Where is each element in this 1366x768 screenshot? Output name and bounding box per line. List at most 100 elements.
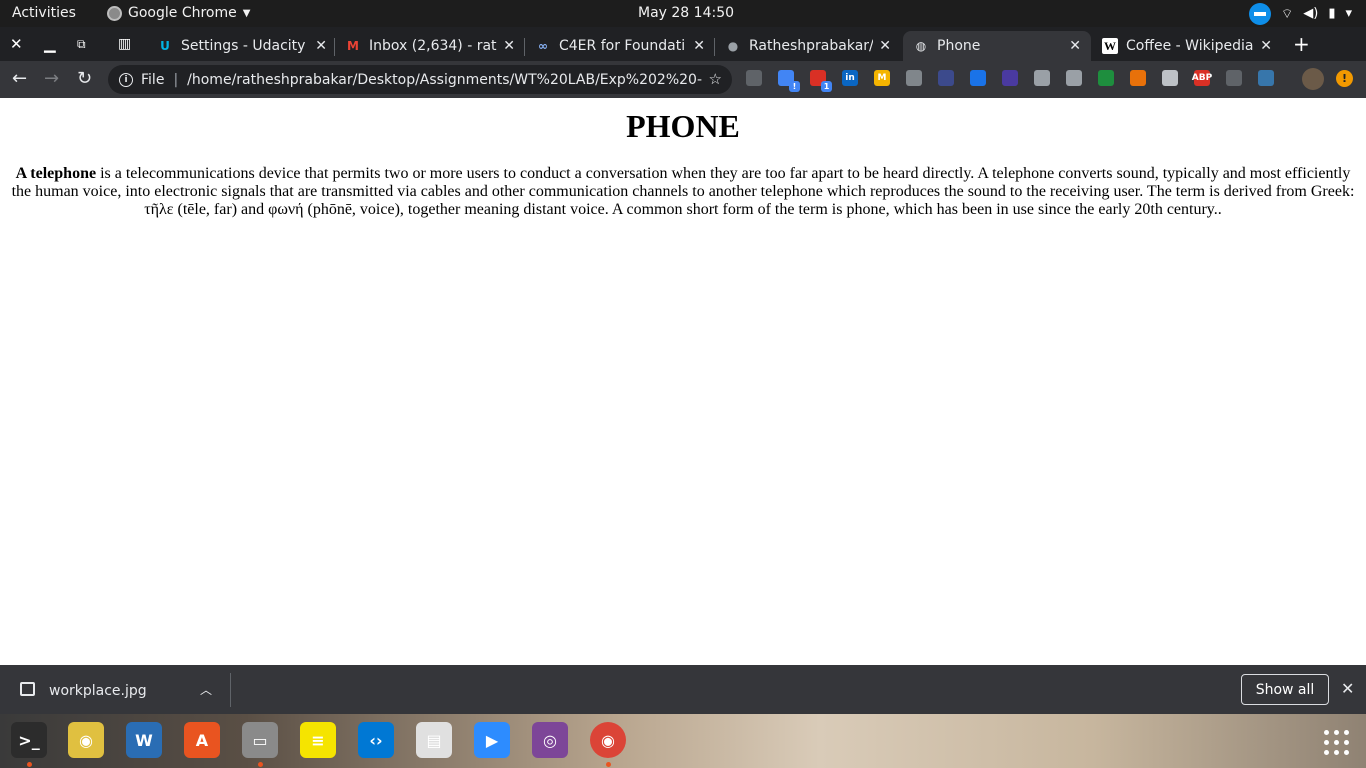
libreoffice-writer-icon[interactable]: W (126, 722, 162, 758)
close-tab-icon[interactable]: ✕ (693, 38, 705, 54)
linkedin-icon[interactable]: in (842, 70, 858, 86)
extension-badge: ! (789, 81, 800, 92)
adblock-icon[interactable]: ABP (1192, 70, 1212, 86)
tab-github[interactable]: ● Ratheshprabakar/ ✕ (715, 31, 901, 61)
close-icon[interactable]: ✕ (1341, 679, 1354, 698)
address-url[interactable]: /home/ratheshprabakar/Desktop/Assignment… (187, 72, 702, 88)
document-viewer-icon[interactable]: ▤ (416, 722, 452, 758)
file-icon (20, 682, 35, 696)
close-tab-icon[interactable]: ✕ (503, 38, 515, 54)
cursor-extension-icon[interactable] (1002, 70, 1018, 86)
capture-extension-icon[interactable] (1098, 70, 1114, 86)
close-tab-icon[interactable]: ✕ (315, 38, 327, 54)
bookmark-star-icon[interactable]: ☆ (709, 70, 722, 88)
tab-coffee-wikipedia[interactable]: W Coffee - Wikipedia ✕ (1092, 31, 1282, 61)
download-divider (230, 673, 231, 707)
paragraph-body: is a telecommunications device that perm… (11, 165, 1355, 218)
tab-settings-udacity[interactable]: U Settings - Udacity ✕ (147, 31, 337, 61)
extensions-bar: ! 1 in M ABP (746, 70, 1274, 92)
system-top-bar: Activities Google Chrome ▼ May 28 14:50 … (0, 0, 1366, 27)
bulb-extension-icon[interactable] (1066, 70, 1082, 86)
mail-extension-icon[interactable]: ! (778, 70, 800, 92)
running-indicator (258, 762, 263, 767)
running-indicator (606, 762, 611, 767)
download-shelf: workplace.jpg ︿ Show all ✕ (0, 665, 1366, 714)
app-menu-label: Google Chrome (128, 5, 237, 21)
show-all-button[interactable]: Show all (1241, 674, 1329, 705)
extension-badge: 1 (821, 81, 832, 92)
system-tray[interactable]: ⌔ ◀) ▮ ▾ (1249, 2, 1352, 25)
new-tab-button[interactable]: + (1293, 32, 1310, 56)
files-icon[interactable]: ▭ (242, 722, 278, 758)
link-icon: ∞ (538, 39, 548, 53)
gray-extension-icon[interactable] (906, 70, 922, 86)
vscode-icon[interactable]: ‹› (358, 722, 394, 758)
tab-title: Ratheshprabakar/ (749, 38, 874, 54)
browser-toolbar: ← → ↻ i File | /home/ratheshprabakar/Des… (0, 61, 1366, 98)
running-indicator (27, 762, 32, 767)
wikipedia-icon: W (1102, 38, 1118, 54)
touch-extension-icon[interactable] (1162, 70, 1178, 86)
close-tab-icon[interactable]: ✕ (879, 38, 891, 54)
reload-icon[interactable]: ↻ (77, 68, 92, 89)
m-extension-icon[interactable]: M (874, 70, 890, 86)
chrome-menu-update-icon[interactable]: ! (1336, 70, 1353, 87)
gmail-icon: M (347, 39, 359, 53)
screen-extension-icon[interactable] (938, 70, 954, 86)
reader-extension-icon[interactable] (1034, 70, 1050, 86)
tab-title: Coffee - Wikipedia (1126, 38, 1254, 54)
tab-gmail-inbox[interactable]: M Inbox (2,634) - rath ✕ (335, 31, 525, 61)
rhythmbox-icon[interactable]: ◉ (68, 722, 104, 758)
volume-icon[interactable]: ◀) (1303, 6, 1318, 21)
caret-down-icon: ▼ (242, 7, 251, 19)
globe-icon: ◍ (915, 39, 927, 53)
udacity-icon: U (160, 39, 170, 53)
info-icon[interactable]: i (119, 72, 133, 87)
software-center-icon[interactable]: A (184, 722, 220, 758)
orange-extension-icon[interactable] (1130, 70, 1146, 86)
tab-search-icon[interactable]: ▥ (118, 36, 131, 52)
tab-title: C4ER for Foundati (559, 38, 686, 54)
back-icon[interactable]: ← (12, 68, 27, 89)
wave-extension-icon[interactable] (970, 70, 986, 86)
dock: >_ ◉ W A ▭ ≡ ‹› ▤ ▶ ◎ ◉ (0, 714, 1366, 768)
wifi-icon[interactable]: ⌔ (1281, 6, 1293, 22)
page-content: PHONE A telephone is a telecommunication… (0, 98, 1366, 665)
notes-icon[interactable]: ≡ (300, 722, 336, 758)
close-tab-icon[interactable]: ✕ (1260, 38, 1272, 54)
red-extension-icon[interactable]: 1 (810, 70, 832, 92)
terminal-icon[interactable]: >_ (11, 722, 47, 758)
tab-phone[interactable]: ◍ Phone ✕ (903, 31, 1091, 61)
activities-button[interactable]: Activities (12, 5, 76, 21)
chat-extension-icon[interactable] (746, 70, 762, 86)
tab-title: Phone (937, 38, 981, 54)
clock[interactable]: May 28 14:50 (638, 5, 734, 21)
chevron-up-icon[interactable]: ︿ (200, 681, 212, 698)
close-window-icon[interactable]: ✕ (10, 35, 23, 53)
tab-title: Inbox (2,634) - rath (369, 38, 498, 54)
tab-strip: ✕ ▁ ⧉ ▥ U Settings - Udacity ✕ M Inbox (… (0, 27, 1366, 61)
recycle-extension-icon[interactable] (1226, 70, 1242, 86)
profile-avatar[interactable] (1302, 68, 1324, 90)
forward-icon[interactable]: → (44, 68, 59, 89)
caret-down-icon[interactable]: ▾ (1345, 6, 1352, 21)
github-icon: ● (727, 39, 739, 53)
teamviewer-icon[interactable] (1249, 2, 1271, 25)
tab-c4er[interactable]: ∞ C4ER for Foundati ✕ (525, 31, 715, 61)
battery-icon[interactable]: ▮ (1328, 6, 1335, 21)
address-divider: | (173, 71, 179, 88)
chrome-dock-icon[interactable]: ◉ (590, 722, 626, 758)
address-bar[interactable]: i File | /home/ratheshprabakar/Desktop/A… (108, 65, 732, 94)
tor-browser-icon[interactable]: ◎ (532, 722, 568, 758)
app-menu[interactable]: Google Chrome ▼ (107, 5, 250, 21)
minimize-window-icon[interactable]: ▁ (44, 35, 56, 53)
zoom-icon[interactable]: ▶ (474, 722, 510, 758)
page-title: PHONE (626, 108, 740, 144)
address-scheme: File (141, 71, 165, 88)
download-filename[interactable]: workplace.jpg (49, 683, 147, 699)
show-applications-icon[interactable] (1324, 730, 1350, 756)
python-icon[interactable] (1258, 70, 1274, 86)
page-paragraph: A telephone is a telecommunications devi… (0, 165, 1366, 219)
restore-window-icon[interactable]: ⧉ (77, 37, 86, 52)
close-tab-icon[interactable]: ✕ (1069, 38, 1081, 54)
